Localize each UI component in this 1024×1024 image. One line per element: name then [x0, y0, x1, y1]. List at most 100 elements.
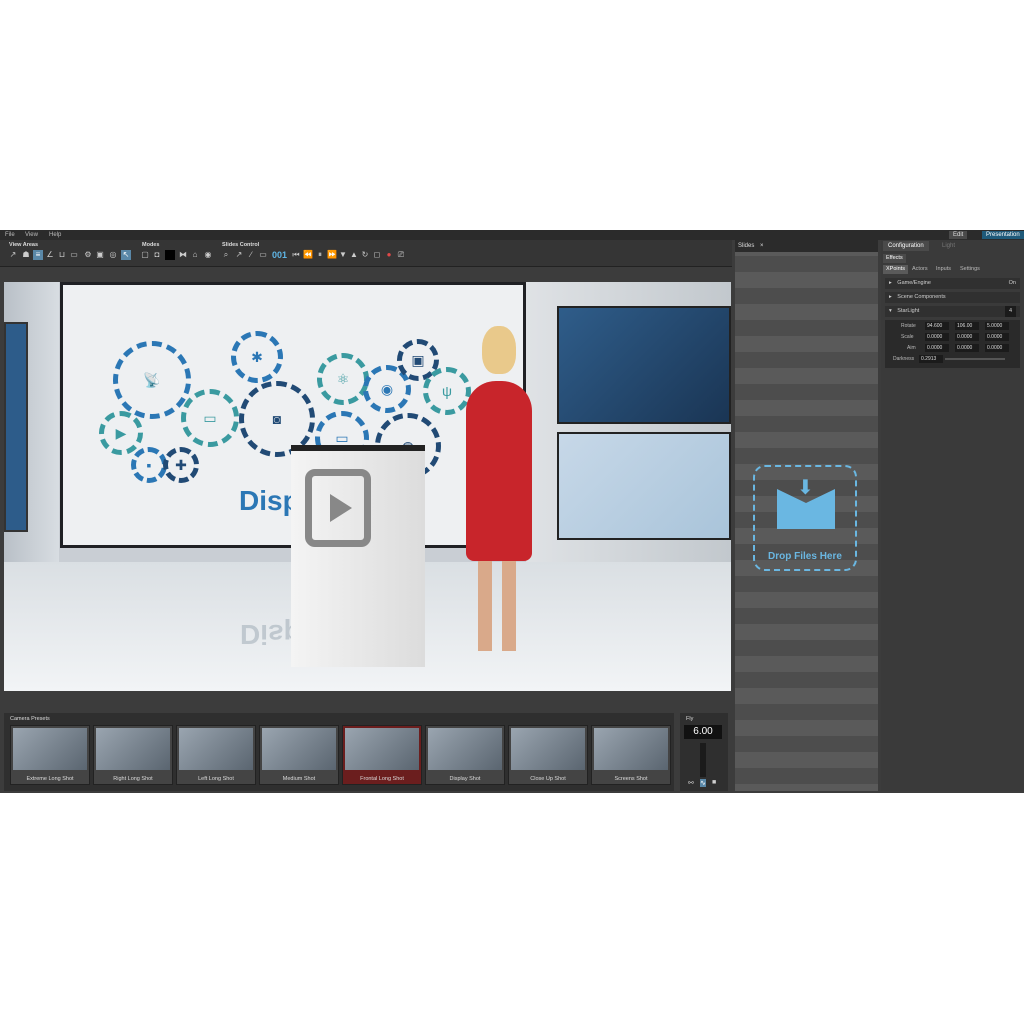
subtab-settings[interactable]: Settings [957, 265, 983, 274]
drop-files-text: Drop Files Here [768, 551, 842, 562]
preset-frontal-long-shot[interactable]: Frontal Long Shot [342, 725, 422, 785]
tab-configuration[interactable]: Configuration [883, 241, 929, 251]
presenter-leg [502, 561, 516, 651]
darkness-field[interactable]: 0.2913 [919, 355, 943, 363]
preset-label: Medium Shot [282, 776, 316, 782]
presenter [456, 326, 542, 656]
refresh-icon[interactable]: ↻ [360, 250, 370, 260]
preset-label: Frontal Long Shot [360, 776, 404, 782]
pause-icon[interactable]: ⏸ [315, 250, 325, 260]
zoom-icon[interactable]: ⌕ [221, 250, 231, 260]
toolbar: View Areas ↗ ☗ ≡ ∠ ⊔ ▭ ⚙ ▣ ◎ ↖ Modes ▢ ◘… [0, 240, 732, 267]
aim-z-field[interactable]: 0.0000 [985, 344, 1009, 352]
box-icon[interactable]: ▭ [69, 250, 79, 260]
camera-presets-label: Camera Presets [10, 716, 50, 722]
game-engine-state[interactable]: On [1009, 278, 1016, 289]
preset-medium-shot[interactable]: Medium Shot [259, 725, 339, 785]
subtab-inputs[interactable]: Inputs [933, 265, 954, 274]
rotate-x-field[interactable]: 94.600 [925, 322, 949, 330]
aim-x-field[interactable]: 0.0000 [925, 344, 949, 352]
black-screen-icon[interactable] [165, 250, 175, 260]
desk-laptop-screen [557, 432, 731, 540]
preset-label: Display Shot [449, 776, 481, 782]
fly-value-field[interactable]: 6.00 [684, 725, 722, 739]
aim-label: Aim [907, 345, 916, 351]
slides-control-label: Slides Control [222, 242, 260, 248]
effects-label[interactable]: Effects [883, 254, 906, 263]
scene-components-row[interactable]: ▸ Scene Components [885, 292, 1020, 303]
arrow-icon[interactable]: ↗ [234, 250, 244, 260]
preset-thumbnail [13, 728, 87, 770]
up-icon[interactable]: ▲ [349, 250, 359, 260]
fly-slider[interactable] [700, 743, 706, 777]
frame-icon[interactable]: ▭ [258, 250, 268, 260]
camera-icon[interactable]: ◘ [152, 250, 162, 260]
grid-icon[interactable]: ⊔ [57, 250, 67, 260]
close-icon[interactable]: × [760, 243, 764, 249]
present-icon[interactable]: ⎚ [396, 250, 406, 260]
preset-left-long-shot[interactable]: Left Long Shot [176, 725, 256, 785]
link-icon[interactable]: ⚯ [688, 779, 694, 787]
video-gear-icon: ▶ [99, 411, 143, 455]
studio-viewport[interactable]: 📡 ✱ ▭ ◙ ⚛ ◉ ▣ ψ ▶ ▪ ✚ ▭ ◍ Disp Disp [4, 282, 731, 691]
scale-x-field[interactable]: 0.0000 [925, 333, 949, 341]
person-icon[interactable]: ☗ [21, 250, 31, 260]
curve-icon[interactable]: ∿ [700, 779, 706, 787]
starlight-row[interactable]: ▾ StarLight 4 [885, 306, 1020, 317]
scale-z-field[interactable]: 0.0000 [985, 333, 1009, 341]
menu-view[interactable]: View [25, 230, 38, 240]
preset-right-long-shot[interactable]: Right Long Shot [93, 725, 173, 785]
slides-tab[interactable]: Slides × [735, 240, 878, 252]
tab-light[interactable]: Light [937, 241, 960, 251]
split-icon[interactable]: ⧓ [178, 250, 188, 260]
eye-icon[interactable]: ◉ [203, 250, 213, 260]
edit-mode-button[interactable]: Edit [949, 231, 968, 239]
application-window: File View Help Edit Presentation View Ar… [0, 230, 1024, 793]
left-screen [4, 322, 28, 532]
transform-group: Rotate 94.600 106.00 5.0000 Scale 0.0000… [885, 320, 1020, 368]
preset-thumbnail [179, 728, 253, 770]
prev-slide-icon[interactable]: ⏪ [303, 250, 313, 260]
starlight-select[interactable]: 4 [1004, 306, 1016, 317]
preset-screens-shot[interactable]: Screens Shot [591, 725, 671, 785]
pencil-icon[interactable]: ∕ [246, 250, 256, 260]
cursor-icon[interactable]: ↖ [121, 250, 131, 260]
next-slide-icon[interactable]: ⏩ [327, 250, 337, 260]
menu-file[interactable]: File [5, 230, 15, 240]
layers-icon[interactable]: ≡ [33, 250, 43, 260]
preset-display-shot[interactable]: Display Shot [425, 725, 505, 785]
first-slide-icon[interactable]: ⏮ [291, 250, 301, 260]
monitor-icon[interactable]: ▢ [140, 250, 150, 260]
window-icon[interactable]: ▣ [95, 250, 105, 260]
expand-icon: ▸ [889, 280, 892, 286]
preset-label: Left Long Shot [198, 776, 234, 782]
atom-gear-icon: ⚛ [317, 353, 369, 405]
select-icon[interactable]: ↗ [8, 250, 18, 260]
drop-zone[interactable]: ⬇ Drop Files Here [753, 465, 857, 571]
pen-icon[interactable]: ∠ [45, 250, 55, 260]
preset-close-up-shot[interactable]: Close Up Shot [508, 725, 588, 785]
game-engine-label: Game/Engine [897, 280, 931, 286]
slides-tab-label: Slides [738, 243, 755, 249]
darkness-slider[interactable] [945, 358, 1005, 360]
subtab-xpoints[interactable]: XPoints [883, 265, 908, 274]
menu-help[interactable]: Help [49, 230, 61, 240]
scale-y-field[interactable]: 0.0000 [955, 333, 979, 341]
stop-icon[interactable]: ■ [712, 779, 716, 786]
preset-extreme-long-shot[interactable]: Extreme Long Shot [10, 725, 90, 785]
presentation-mode-button[interactable]: Presentation [982, 231, 1024, 239]
record-icon[interactable]: ● [384, 250, 394, 260]
subtab-actors[interactable]: Actors [909, 265, 931, 274]
scene-components-label: Scene Components [897, 294, 946, 300]
rotate-y-field[interactable]: 106.00 [955, 322, 979, 330]
aim-y-field[interactable]: 0.0000 [955, 344, 979, 352]
game-engine-row[interactable]: ▸ Game/Engine On [885, 278, 1020, 289]
target-icon[interactable]: ◎ [108, 250, 118, 260]
rotate-z-field[interactable]: 5.0000 [985, 322, 1009, 330]
stop-icon[interactable]: ◻ [372, 250, 382, 260]
scale-label: Scale [901, 334, 914, 340]
down-icon[interactable]: ▼ [338, 250, 348, 260]
lock-icon[interactable]: ⌂ [190, 250, 200, 260]
gear-icon[interactable]: ⚙ [83, 250, 93, 260]
camera-presets-panel: Camera Presets Extreme Long Shot Right L… [4, 713, 674, 791]
